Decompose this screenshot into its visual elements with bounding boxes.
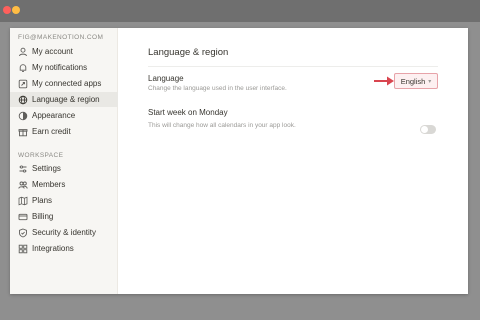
bell-icon	[18, 63, 28, 73]
sidebar-item-members[interactable]: Members	[10, 177, 118, 192]
sidebar-item-label: Appearance	[32, 111, 76, 120]
sidebar-item-earn-credit[interactable]: Earn credit	[10, 124, 118, 139]
language-setting-label: Language	[148, 74, 184, 83]
sidebar-item-label: Plans	[32, 196, 53, 205]
link-icon	[18, 79, 28, 89]
sidebar-item-settings[interactable]: Settings	[10, 161, 118, 176]
page-title: Language & region	[148, 47, 229, 58]
start-week-setting-description: This will change how all calendars in yo…	[148, 122, 296, 129]
grid-icon	[18, 244, 28, 254]
settings-window: FIG@MAKENOTION.COM My account My notific…	[10, 28, 468, 294]
sidebar-item-my-account[interactable]: My account	[10, 44, 118, 59]
sidebar-item-label: Security & identity	[32, 228, 97, 237]
sliders-icon	[18, 164, 28, 174]
sidebar-item-appearance[interactable]: Appearance	[10, 108, 118, 123]
appearance-icon	[18, 111, 28, 121]
sidebar-item-integrations[interactable]: Integrations	[10, 241, 118, 256]
workspace-section-label: WORKSPACE	[18, 152, 64, 159]
sidebar-item-security-identity[interactable]: Security & identity	[10, 225, 118, 240]
user-icon	[18, 47, 28, 57]
close-window-button[interactable]	[3, 6, 11, 14]
sidebar-item-label: Settings	[32, 164, 61, 173]
sidebar-item-label: Language & region	[32, 95, 100, 104]
language-select-value: English	[400, 76, 426, 86]
sidebar-item-label: Integrations	[32, 244, 74, 253]
sidebar-item-plans[interactable]: Plans	[10, 193, 118, 208]
globe-icon	[18, 95, 28, 105]
sidebar-item-language-region[interactable]: Language & region	[10, 92, 118, 107]
account-email-label: FIG@MAKENOTION.COM	[18, 34, 104, 41]
minimize-window-button[interactable]	[12, 6, 20, 14]
sidebar-item-label: Billing	[32, 212, 54, 221]
sidebar-item-label: My connected apps	[32, 79, 102, 88]
settings-sidebar: FIG@MAKENOTION.COM My account My notific…	[10, 28, 118, 294]
sidebar-item-label: Members	[32, 180, 66, 189]
language-select[interactable]: English ▾	[394, 73, 438, 89]
sidebar-item-my-notifications[interactable]: My notifications	[10, 60, 118, 75]
chevron-down-icon: ▾	[428, 78, 432, 85]
card-icon	[18, 212, 28, 222]
people-icon	[18, 180, 28, 190]
start-week-toggle[interactable]	[420, 125, 436, 134]
sidebar-item-my-connected-apps[interactable]: My connected apps	[10, 76, 118, 91]
highlight-arrow-icon	[374, 76, 394, 86]
toggle-knob	[421, 126, 428, 133]
sidebar-item-label: My notifications	[32, 63, 88, 72]
map-icon	[18, 196, 28, 206]
language-setting-description: Change the language used in the user int…	[148, 85, 287, 92]
sidebar-item-label: Earn credit	[32, 127, 71, 136]
gift-icon	[18, 127, 28, 137]
sidebar-item-billing[interactable]: Billing	[10, 209, 118, 224]
sidebar-item-label: My account	[32, 47, 73, 56]
start-week-setting-label: Start week on Monday	[148, 108, 228, 117]
shield-icon	[18, 228, 28, 238]
window-titlebar	[0, 0, 480, 22]
title-divider	[148, 66, 438, 67]
